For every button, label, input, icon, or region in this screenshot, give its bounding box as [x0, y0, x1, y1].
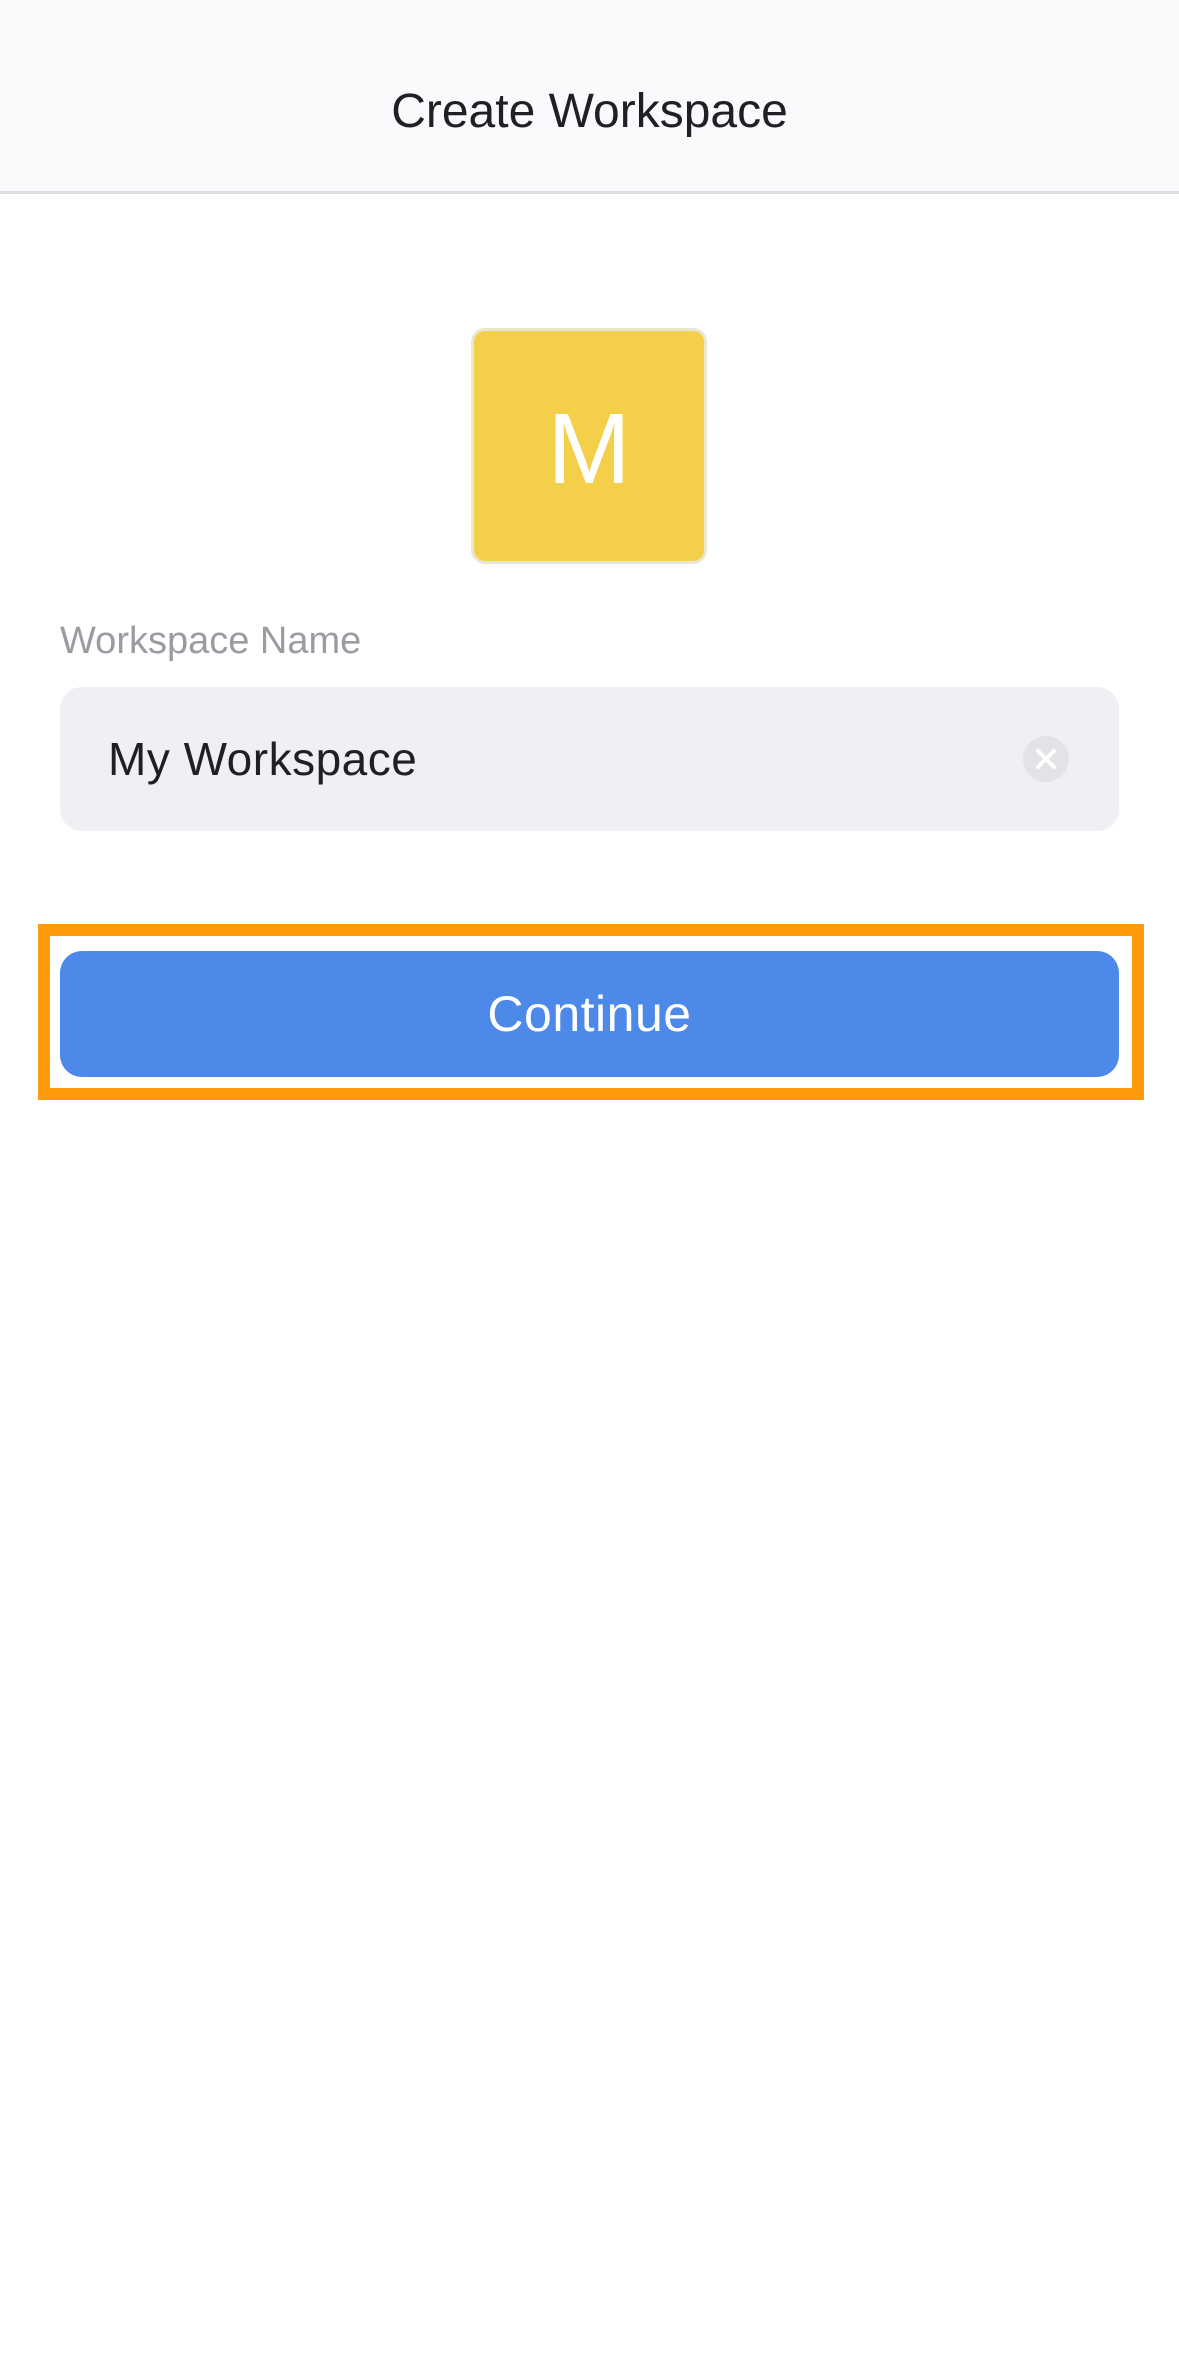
clear-x-glyph — [1036, 749, 1056, 769]
page-title: Create Workspace — [391, 85, 788, 138]
workspace-name-value[interactable]: My Workspace — [108, 687, 417, 831]
avatar-letter: M — [547, 393, 631, 505]
navigation-header: Create Workspace — [0, 0, 1179, 194]
continue-button[interactable]: Continue — [60, 951, 1119, 1077]
workspace-name-input[interactable]: My Workspace — [60, 687, 1119, 831]
workspace-name-label: Workspace Name — [60, 620, 362, 662]
workspace-avatar[interactable]: M — [471, 328, 707, 564]
clear-circle-icon[interactable] — [1023, 736, 1069, 782]
